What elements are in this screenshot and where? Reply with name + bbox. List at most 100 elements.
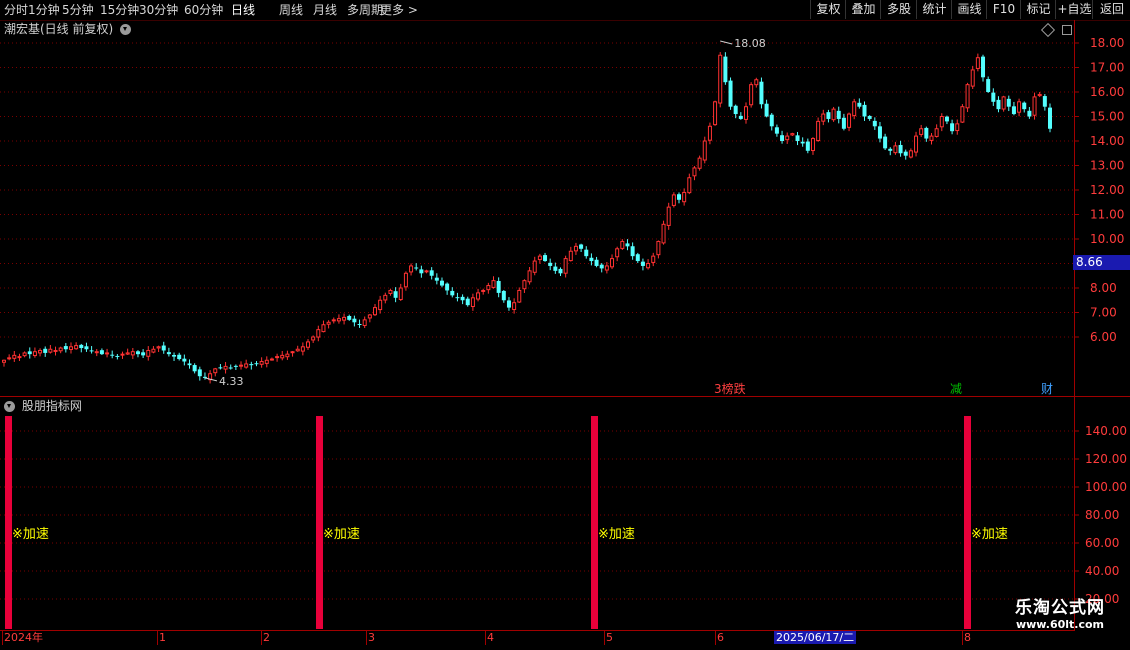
candle-body (450, 290, 455, 296)
candle-body (445, 283, 450, 291)
candle-body (2, 359, 6, 363)
candle (620, 239, 625, 250)
toolbar-button-3[interactable]: 统计 (916, 0, 952, 19)
candle-body (872, 120, 877, 127)
candlestick-chart[interactable]: 18.00 17.00 16.00 15.00 14.00 13.00 12.00 11.00… (0, 20, 1130, 396)
tab-0[interactable]: 分时 (4, 2, 28, 18)
candle (99, 348, 104, 355)
tab-3[interactable]: 15分钟 (100, 2, 139, 18)
toolbar-button-0[interactable]: 复权 (810, 0, 846, 19)
candle (342, 313, 347, 325)
candle (68, 342, 73, 354)
toolbar-button-5[interactable]: F10 (986, 0, 1021, 19)
candle (573, 242, 578, 255)
candle (749, 82, 754, 108)
candle (357, 319, 362, 328)
candle-body (955, 123, 960, 132)
candle-body (393, 291, 398, 298)
candle (929, 133, 934, 145)
candle-body (306, 341, 311, 348)
candle-body (372, 307, 377, 316)
candle (877, 121, 882, 143)
candle-body (914, 135, 919, 153)
tab-4[interactable]: 30分钟 (139, 2, 178, 18)
candle-body (991, 92, 996, 102)
candle (110, 350, 115, 359)
candle (723, 52, 728, 85)
toolbar-button-1[interactable]: 叠加 (845, 0, 881, 19)
candle (1011, 101, 1016, 116)
candle (1017, 98, 1022, 117)
candle (398, 283, 403, 302)
candle-body (713, 101, 718, 126)
candle-body (816, 120, 821, 142)
candle-body (532, 260, 537, 273)
candle (785, 132, 790, 144)
indicator-tick-label: 40.00 (1085, 564, 1119, 578)
toolbar-button-6[interactable]: 标记 (1020, 0, 1056, 19)
signal-label: ※加速 (971, 527, 1008, 542)
tab-8[interactable]: 月线 (313, 2, 337, 18)
candle (1027, 107, 1032, 119)
price-tick-label: 11.00 (1090, 208, 1124, 222)
indicator-chart[interactable]: 140.00120.00100.0080.0060.0040.0020.00※加… (0, 397, 1130, 630)
candle-body (826, 112, 831, 119)
candle (1037, 91, 1042, 98)
price-tick-label: 18.00 (1090, 36, 1124, 50)
candle-body (1027, 110, 1032, 117)
candle (7, 354, 12, 361)
tab-6[interactable]: 日线 (231, 2, 255, 18)
toolbar-button-8[interactable]: 返回 (1092, 0, 1130, 19)
watermark-url: www.60lt.com (1015, 618, 1105, 631)
candle (934, 124, 939, 138)
candle-body (589, 257, 594, 262)
candle (780, 130, 785, 144)
candle-body (754, 79, 759, 86)
candle (151, 346, 156, 354)
tab-1[interactable]: 1分钟 (28, 2, 60, 18)
event-marker-1[interactable]: 减 (950, 382, 962, 396)
candle (218, 364, 223, 370)
candle-body (486, 285, 491, 291)
candle (692, 166, 697, 181)
candle-body (285, 353, 290, 358)
candle (872, 117, 877, 130)
candle-body (877, 126, 882, 139)
tab-2[interactable]: 5分钟 (62, 2, 94, 18)
candle-body (74, 345, 79, 350)
candle (764, 99, 769, 118)
tab-10[interactable]: 更多 > (380, 2, 418, 18)
candle (532, 256, 537, 276)
candle (790, 132, 795, 137)
candle-body (290, 351, 295, 354)
x-axis-tick (366, 631, 367, 645)
candle-body (388, 289, 393, 294)
candle (738, 112, 743, 120)
candle (280, 350, 285, 361)
candle-body (635, 254, 640, 262)
candle-body (651, 255, 656, 263)
candle (58, 346, 63, 354)
candle-body (166, 352, 171, 355)
candle (161, 341, 166, 354)
tab-5[interactable]: 60分钟 (184, 2, 223, 18)
toolbar-button-4[interactable]: 画线 (951, 0, 987, 19)
candle-body (718, 54, 723, 104)
toolbar-button-2[interactable]: 多股 (880, 0, 917, 19)
event-marker-2[interactable]: 财 (1041, 382, 1053, 396)
candle-body (661, 223, 666, 244)
candle-body (1048, 107, 1052, 129)
event-marker-0[interactable]: 3榜跌 (714, 381, 746, 396)
x-axis-label: 6 (717, 631, 724, 644)
candle-body (1022, 102, 1027, 110)
candle-body (795, 135, 800, 141)
candle-body (352, 318, 357, 323)
watermark-name: 乐淘公式网 (1015, 598, 1105, 618)
indicator-tick-label: 140.00 (1085, 424, 1127, 438)
tab-7[interactable]: 周线 (279, 2, 303, 18)
candle (661, 220, 666, 245)
candle-body (321, 324, 326, 333)
toolbar-button-7[interactable]: +自选 (1055, 0, 1093, 19)
candle-body (579, 244, 584, 249)
tab-9[interactable]: 多周期 (347, 2, 383, 18)
